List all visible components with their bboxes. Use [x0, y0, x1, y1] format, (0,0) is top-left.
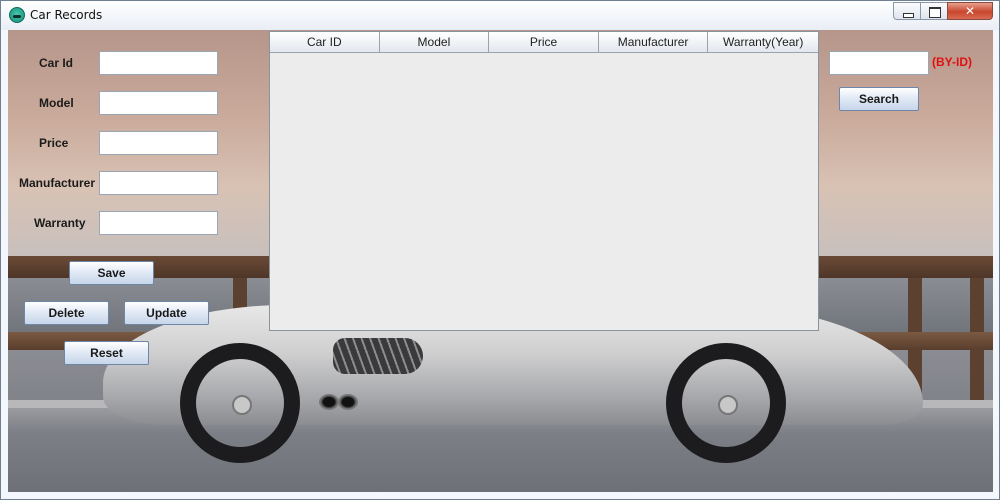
caption-buttons [893, 2, 993, 20]
delete-button[interactable]: Delete [24, 301, 109, 325]
save-button[interactable]: Save [69, 261, 154, 285]
window-title: Car Records [30, 8, 103, 22]
column-header-model[interactable]: Model [379, 32, 490, 52]
car-records-window: Car Records Car Id Model Price Manufactu… [0, 0, 1000, 500]
column-header-warranty[interactable]: Warranty(Year) [708, 32, 818, 52]
price-field[interactable] [99, 131, 218, 155]
table-header: Car ID Model Price Manufacturer Warranty… [270, 32, 818, 53]
model-field[interactable] [99, 91, 218, 115]
exhaust-pipe [338, 394, 358, 410]
maximize-button[interactable] [920, 2, 947, 20]
column-header-manufacturer[interactable]: Manufacturer [598, 32, 709, 52]
manufacturer-field[interactable] [99, 171, 218, 195]
minimize-button[interactable] [893, 2, 920, 20]
car-records-table[interactable]: Car ID Model Price Manufacturer Warranty… [269, 31, 819, 331]
exhaust-pipe [319, 394, 339, 410]
search-button[interactable]: Search [839, 87, 919, 111]
price-label: Price [39, 136, 69, 150]
search-input[interactable] [829, 51, 929, 75]
app-icon [9, 7, 25, 23]
car-vent [333, 338, 423, 374]
update-button[interactable]: Update [124, 301, 209, 325]
close-button[interactable] [947, 2, 993, 20]
rear-wheel [666, 343, 786, 463]
warranty-field[interactable] [99, 211, 218, 235]
search-hint: (BY-ID) [932, 55, 972, 69]
column-header-car-id[interactable]: Car ID [270, 32, 380, 52]
warranty-label: Warranty [34, 216, 86, 230]
front-wheel [180, 343, 300, 463]
model-label: Model [39, 96, 74, 110]
manufacturer-label: Manufacturer [19, 176, 96, 190]
column-header-price[interactable]: Price [489, 32, 599, 52]
car-id-field[interactable] [99, 51, 218, 75]
car-id-label: Car Id [39, 56, 74, 70]
reset-button[interactable]: Reset [64, 341, 149, 365]
title-bar[interactable]: Car Records [1, 1, 999, 30]
